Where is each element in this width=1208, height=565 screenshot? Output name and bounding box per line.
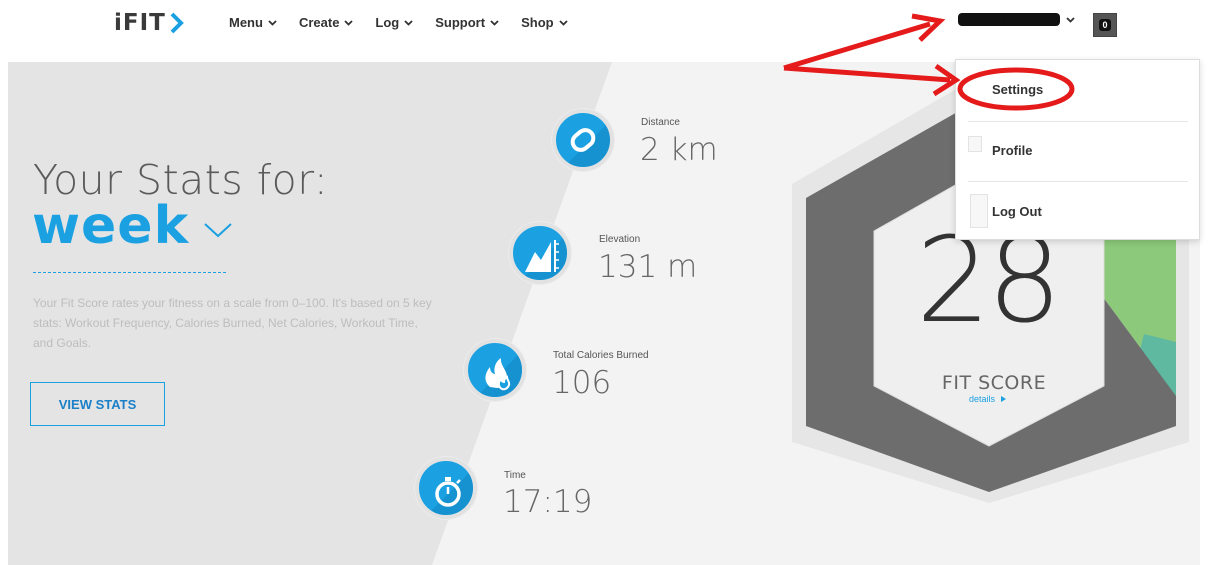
nav-log[interactable]: Log <box>375 15 413 30</box>
stat-label-time: Time <box>504 470 526 481</box>
nav-menu-label: Menu <box>229 15 263 30</box>
menu-divider <box>968 121 1188 122</box>
logo-text: iFIT <box>114 10 166 36</box>
stat-value-elevation: 131 m <box>598 249 698 285</box>
fit-score-label: FIT SCORE <box>941 372 1047 394</box>
fit-score-description: Your Fit Score rates your fitness on a s… <box>33 296 432 350</box>
notifications-button[interactable]: 0 <box>1093 13 1117 37</box>
logo-chevron-icon <box>170 12 184 34</box>
nav-menu[interactable]: Menu <box>229 15 277 30</box>
chevron-down-icon <box>404 19 413 26</box>
nav-shop-label: Shop <box>521 15 554 30</box>
notification-count: 0 <box>1099 19 1111 31</box>
menu-item-logout[interactable]: Log Out <box>968 186 1188 236</box>
menu-item-logout-label: Log Out <box>992 203 1042 219</box>
stat-label-calories: Total Calories Burned <box>553 350 649 361</box>
fit-score-details-link[interactable]: details <box>969 394 1007 404</box>
chevron-down-icon <box>268 19 277 26</box>
view-stats-button[interactable]: VIEW STATS <box>30 382 165 426</box>
period-value: week <box>32 196 190 256</box>
menu-item-profile[interactable]: Profile <box>968 125 1188 175</box>
stopwatch-icon <box>415 457 477 519</box>
details-label: details <box>969 394 996 404</box>
ifit-logo[interactable]: iFIT <box>114 8 184 38</box>
stat-value-distance: 2 km <box>640 132 718 168</box>
nav-support[interactable]: Support <box>435 15 499 30</box>
nav-support-label: Support <box>435 15 486 30</box>
top-navigation-bar: iFIT Menu Create Log Support Shop Marek … <box>0 0 1208 52</box>
stat-value-time: 17:19 <box>503 484 593 520</box>
user-menu-toggle[interactable]: Marek Perkins <box>958 13 1075 26</box>
nav-shop[interactable]: Shop <box>521 15 568 30</box>
period-selector[interactable]: week <box>32 196 233 256</box>
main-nav: Menu Create Log Support Shop <box>229 15 590 30</box>
nav-create[interactable]: Create <box>298 15 354 30</box>
chevron-down-icon <box>344 19 354 26</box>
nav-create-label: Create <box>298 15 340 30</box>
stat-value-calories: 106 <box>552 365 612 401</box>
chevron-down-icon <box>204 223 232 238</box>
chevron-down-icon <box>490 19 499 26</box>
stat-label-distance: Distance <box>641 117 680 128</box>
calories-flame-icon <box>464 339 526 401</box>
menu-item-settings-label: Settings <box>992 81 1044 97</box>
chevron-down-icon <box>1066 16 1075 23</box>
stat-label-elevation: Elevation <box>599 234 641 245</box>
elevation-icon <box>509 222 571 284</box>
menu-item-settings[interactable]: Settings <box>968 64 1188 114</box>
period-underline <box>33 272 226 273</box>
chevron-down-icon <box>558 19 568 26</box>
play-triangle-icon <box>1001 396 1007 402</box>
user-name-redacted: Marek Perkins <box>958 13 1060 26</box>
user-dropdown-menu: Settings Profile Log Out <box>955 59 1200 240</box>
menu-divider <box>968 181 1188 182</box>
menu-item-profile-label: Profile <box>992 142 1033 158</box>
nav-log-label: Log <box>375 15 400 30</box>
distance-icon <box>552 109 614 171</box>
